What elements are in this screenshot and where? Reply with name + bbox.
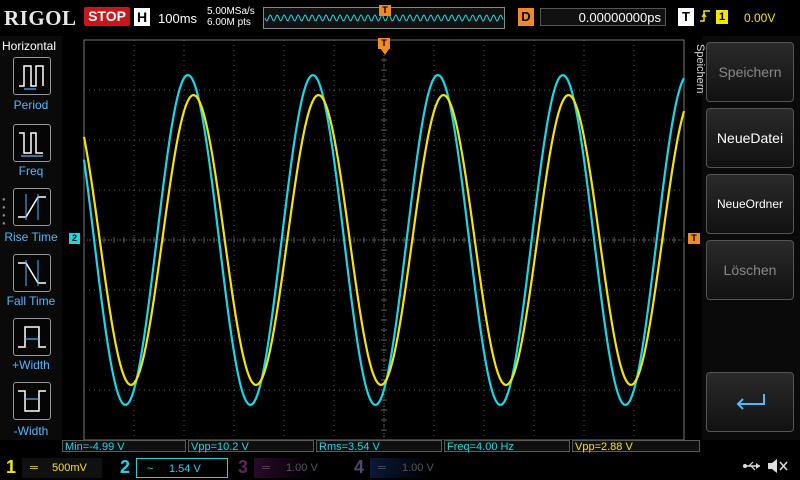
negative-width-label: -Width [13,424,49,438]
dc-coupling-icon: ═ [30,462,38,474]
channel-3-status[interactable]: ═ 1.00 V [254,458,340,478]
ac-coupling-icon: ~ [147,463,154,475]
trigger-time-arrow [381,49,389,55]
sample-rate: 5.00MSa/s [207,6,255,17]
timebase-value[interactable]: 100ms [158,11,197,26]
channel-2-status[interactable]: ~ 1.54 V [136,458,228,478]
save-button[interactable]: Speichern [706,42,794,102]
trigger-level[interactable]: 0.00V [744,11,775,25]
channel-2-offset-marker[interactable]: 2 [69,233,80,244]
new-folder-button[interactable]: NeueOrdner [706,174,794,234]
measurement-vpp-ch1[interactable]: Vpp=2.88 V [572,440,700,453]
new-file-button[interactable]: NeueDatei [706,108,794,168]
negative-width-icon[interactable] [13,382,51,420]
trigger-source[interactable]: 1 [716,10,728,24]
positive-width-label: +Width [12,358,50,372]
channel-3-number[interactable]: 3 [238,455,248,479]
fall-time-icon[interactable] [13,254,51,292]
measurement-freq[interactable]: Freq=4.00 Hz [444,440,570,453]
dc-coupling-icon: ═ [262,462,270,474]
waveform-canvas [82,39,686,441]
channel-2-number[interactable]: 2 [120,455,130,479]
trigger-level-marker[interactable]: T [688,233,700,244]
return-button[interactable] [706,372,794,432]
delete-button[interactable]: Löschen [706,240,794,300]
usb-icon [742,459,762,478]
fall-time-label: Fall Time [6,294,56,308]
brand-logo: RIGOL [4,6,77,30]
page-indicator-dots: ● ● ● ● [2,197,6,227]
save-button-label: Speichern [718,64,782,80]
return-arrow-icon [707,373,793,431]
measurement-rms[interactable]: Rms=3.54 V [316,440,442,453]
horizontal-label: H [134,8,150,26]
period-label: Period [13,98,49,112]
delete-button-label: Löschen [723,262,777,278]
delay-label: D [518,8,534,26]
rising-edge-icon [699,9,711,26]
frequency-icon[interactable] [13,124,51,162]
channel-1-status[interactable]: ═ 500mV [22,458,102,478]
measurement-min[interactable]: Min=-4.99 V [62,440,186,453]
channel-3-scale: 1.00 V [286,462,318,474]
rise-time-label: Rise Time [4,230,58,244]
new-file-button-label: NeueDatei [716,130,784,146]
positive-width-icon[interactable] [13,318,51,356]
memory-depth: 6.00M pts [207,17,251,28]
sidebar-title: Horizontal [2,39,57,53]
menu-title: Speichern [694,44,706,94]
channel-4-scale: 1.00 V [402,462,434,474]
rise-time-icon[interactable] [13,188,51,226]
period-icon[interactable] [13,57,51,95]
channel-4-status[interactable]: ═ 1.00 V [370,458,456,478]
acquisition-info: 5.00MSa/s 6.00M pts [207,6,255,28]
speaker-muted-icon[interactable] [766,458,788,479]
new-folder-button-label: NeueOrdner [716,197,784,211]
channel-4-number[interactable]: 4 [354,455,364,479]
channel-1-number[interactable]: 1 [6,455,16,479]
channel-2-scale: 1.54 V [169,463,201,475]
trigger-time-marker[interactable]: T [378,38,390,49]
waveform-display[interactable] [62,36,702,441]
trigger-label: T [678,8,694,26]
trigger-position-marker: T [379,5,391,16]
delay-value[interactable]: 0.00000000ps [540,8,666,26]
dc-coupling-icon: ═ [378,462,386,474]
run-stop-indicator[interactable]: STOP [84,7,130,26]
measurement-vpp-ch2[interactable]: Vpp=10.2 V [188,440,314,453]
channel-1-scale: 500mV [52,462,87,474]
frequency-label: Freq [18,164,44,178]
